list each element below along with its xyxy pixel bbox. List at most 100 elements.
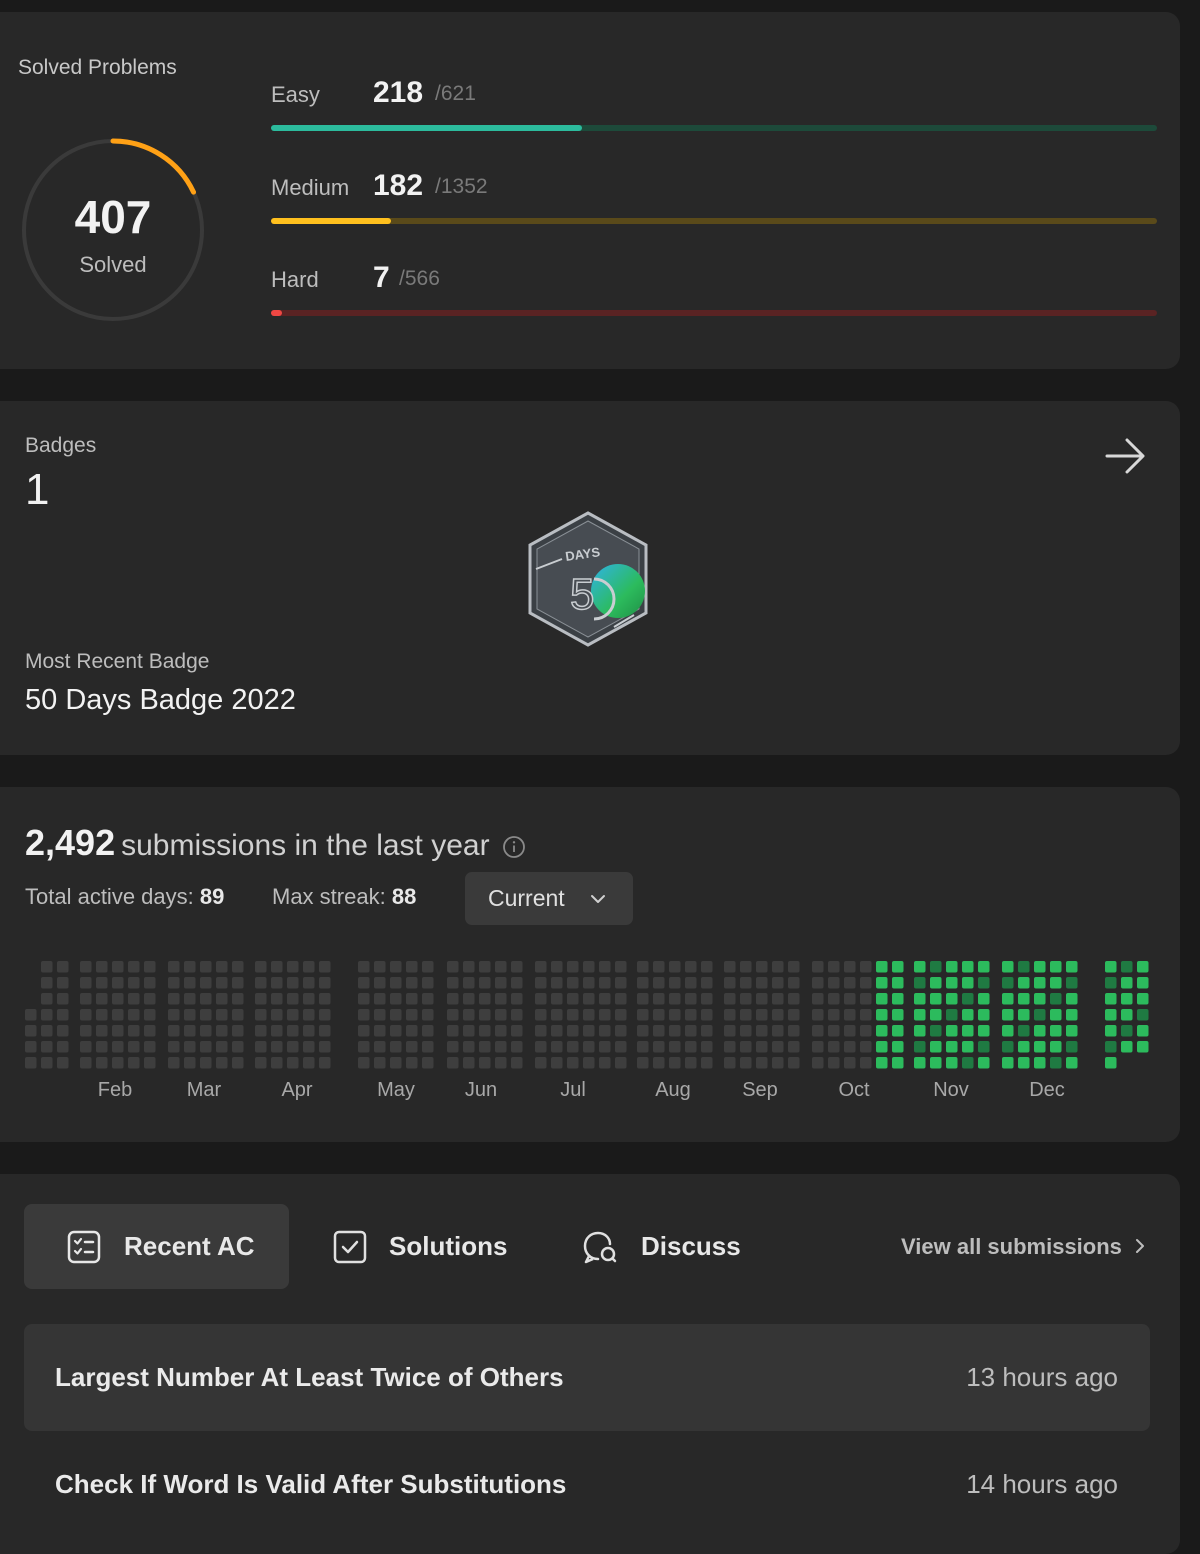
heatmap-cell[interactable]	[876, 961, 888, 973]
heatmap-cell[interactable]	[1105, 961, 1117, 973]
heatmap-cell[interactable]	[511, 1041, 523, 1053]
heatmap-cell[interactable]	[390, 1041, 402, 1053]
heatmap-cell[interactable]	[319, 961, 331, 973]
heatmap-cell[interactable]	[669, 1025, 681, 1037]
heatmap-cell[interactable]	[756, 1057, 768, 1069]
heatmap-cell[interactable]	[271, 961, 283, 973]
heatmap-cell[interactable]	[914, 1057, 926, 1069]
heatmap-cell[interactable]	[390, 1025, 402, 1037]
heatmap-cell[interactable]	[271, 1025, 283, 1037]
heatmap-cell[interactable]	[168, 1057, 180, 1069]
recent-submission-row[interactable]: Check If Word Is Valid After Substitutio…	[24, 1431, 1150, 1538]
heatmap-cell[interactable]	[583, 1009, 595, 1021]
heatmap-cell[interactable]	[1066, 1025, 1078, 1037]
heatmap-cell[interactable]	[740, 977, 752, 989]
heatmap-cell[interactable]	[358, 977, 370, 989]
heatmap-cell[interactable]	[128, 1009, 140, 1021]
heatmap-cell[interactable]	[495, 1025, 507, 1037]
50-days-badge-icon[interactable]: DAYS 5	[524, 509, 652, 649]
heatmap-cell[interactable]	[112, 961, 124, 973]
heatmap-cell[interactable]	[447, 993, 459, 1005]
heatmap-cell[interactable]	[599, 1009, 611, 1021]
heatmap-cell[interactable]	[551, 1009, 563, 1021]
heatmap-cell[interactable]	[828, 977, 840, 989]
heatmap-cell[interactable]	[788, 1041, 800, 1053]
heatmap-cell[interactable]	[637, 1009, 649, 1021]
heatmap-cell[interactable]	[844, 993, 856, 1005]
heatmap-cell[interactable]	[479, 977, 491, 989]
heatmap-cell[interactable]	[57, 993, 69, 1005]
heatmap-cell[interactable]	[914, 961, 926, 973]
heatmap-cell[interactable]	[447, 961, 459, 973]
heatmap-cell[interactable]	[844, 1009, 856, 1021]
heatmap-cell[interactable]	[232, 1041, 244, 1053]
view-all-submissions-link[interactable]: View all submissions	[901, 1234, 1148, 1260]
heatmap-cell[interactable]	[495, 1041, 507, 1053]
heatmap-cell[interactable]	[144, 977, 156, 989]
heatmap-cell[interactable]	[200, 961, 212, 973]
heatmap-cell[interactable]	[303, 1009, 315, 1021]
heatmap-cell[interactable]	[1105, 1009, 1117, 1021]
heatmap-cell[interactable]	[511, 961, 523, 973]
heatmap-cell[interactable]	[653, 977, 665, 989]
heatmap-cell[interactable]	[216, 961, 228, 973]
heatmap-cell[interactable]	[358, 961, 370, 973]
heatmap-cell[interactable]	[876, 993, 888, 1005]
heatmap-cell[interactable]	[374, 993, 386, 1005]
heatmap-cell[interactable]	[41, 993, 53, 1005]
heatmap-cell[interactable]	[168, 961, 180, 973]
tab-solutions[interactable]: Solutions	[312, 1204, 522, 1289]
heatmap-cell[interactable]	[479, 1009, 491, 1021]
heatmap-cell[interactable]	[479, 961, 491, 973]
heatmap-cell[interactable]	[374, 977, 386, 989]
heatmap-cell[interactable]	[463, 993, 475, 1005]
heatmap-cell[interactable]	[930, 1025, 942, 1037]
heatmap-cell[interactable]	[914, 1041, 926, 1053]
heatmap-cell[interactable]	[144, 1057, 156, 1069]
heatmap-cell[interactable]	[463, 1025, 475, 1037]
heatmap-cell[interactable]	[57, 1009, 69, 1021]
heatmap-cell[interactable]	[962, 993, 974, 1005]
heatmap-cell[interactable]	[184, 961, 196, 973]
heatmap-cell[interactable]	[812, 1025, 824, 1037]
heatmap-cell[interactable]	[303, 1025, 315, 1037]
heatmap-cell[interactable]	[1050, 1041, 1062, 1053]
heatmap-cell[interactable]	[1137, 1009, 1149, 1021]
heatmap-cell[interactable]	[583, 961, 595, 973]
heatmap-cell[interactable]	[168, 1025, 180, 1037]
heatmap-cell[interactable]	[41, 1009, 53, 1021]
heatmap-cell[interactable]	[535, 1057, 547, 1069]
heatmap-cell[interactable]	[653, 1041, 665, 1053]
heatmap-cell[interactable]	[637, 1057, 649, 1069]
heatmap-cell[interactable]	[495, 993, 507, 1005]
heatmap-cell[interactable]	[567, 1025, 579, 1037]
heatmap-cell[interactable]	[80, 961, 92, 973]
heatmap-cell[interactable]	[128, 1025, 140, 1037]
heatmap-cell[interactable]	[1034, 1025, 1046, 1037]
heatmap-cell[interactable]	[860, 961, 872, 973]
heatmap-cell[interactable]	[200, 1025, 212, 1037]
heatmap-cell[interactable]	[511, 1009, 523, 1021]
heatmap-cell[interactable]	[946, 993, 958, 1005]
heatmap-cell[interactable]	[615, 961, 627, 973]
heatmap-cell[interactable]	[756, 1025, 768, 1037]
heatmap-cell[interactable]	[685, 1025, 697, 1037]
heatmap-cell[interactable]	[653, 993, 665, 1005]
heatmap-cell[interactable]	[637, 993, 649, 1005]
heatmap-cell[interactable]	[144, 1009, 156, 1021]
heatmap-cell[interactable]	[1121, 977, 1133, 989]
heatmap-cell[interactable]	[447, 1057, 459, 1069]
heatmap-cell[interactable]	[232, 1009, 244, 1021]
heatmap-cell[interactable]	[567, 977, 579, 989]
heatmap-cell[interactable]	[772, 1025, 784, 1037]
heatmap-cell[interactable]	[844, 1057, 856, 1069]
heatmap-cell[interactable]	[946, 1057, 958, 1069]
heatmap-cell[interactable]	[80, 1041, 92, 1053]
heatmap-cell[interactable]	[422, 1041, 434, 1053]
heatmap-cell[interactable]	[685, 1057, 697, 1069]
heatmap-cell[interactable]	[1050, 1009, 1062, 1021]
heatmap-cell[interactable]	[511, 1057, 523, 1069]
heatmap-cell[interactable]	[1050, 1057, 1062, 1069]
heatmap-cell[interactable]	[653, 1025, 665, 1037]
heatmap-cell[interactable]	[80, 1009, 92, 1021]
